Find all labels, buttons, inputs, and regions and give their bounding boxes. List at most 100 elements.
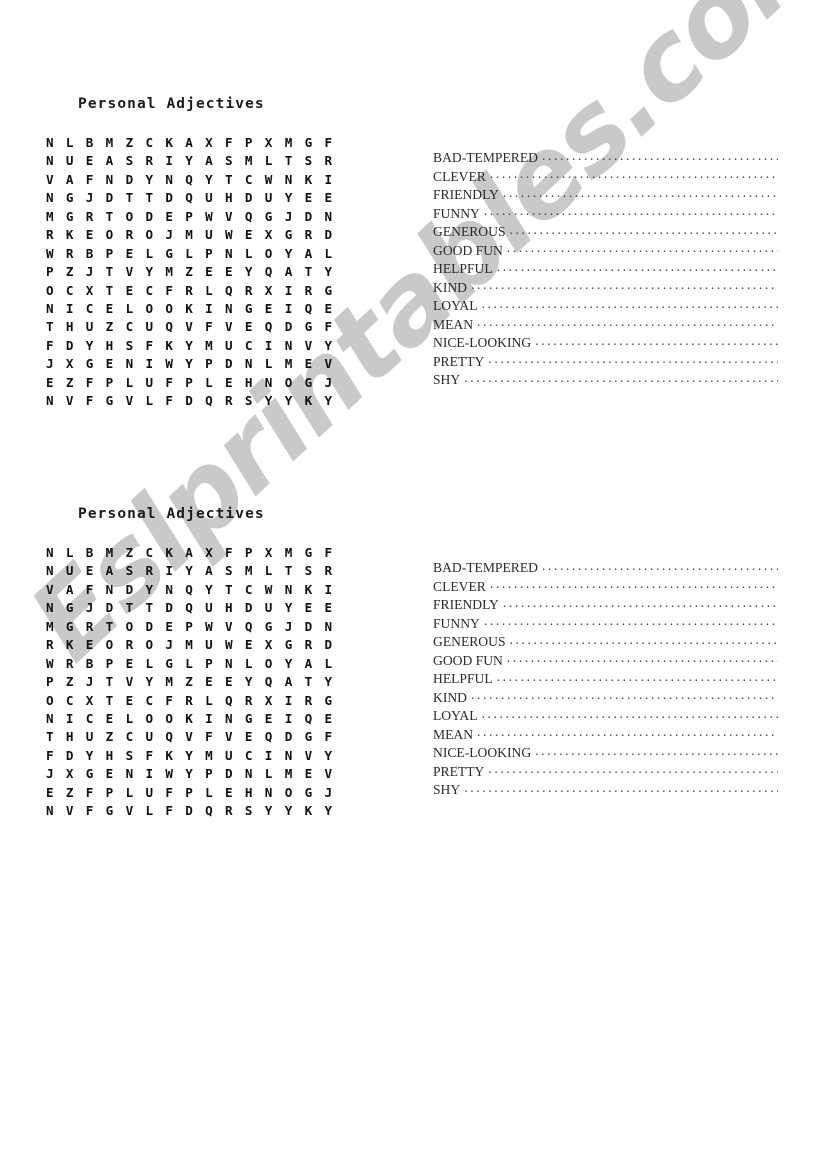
grid-letter: L <box>145 245 154 261</box>
grid-letter: R <box>65 655 74 671</box>
grid-letter: L <box>205 374 213 390</box>
grid-letter: Y <box>284 245 293 261</box>
grid-letter: V <box>185 319 193 335</box>
grid-letter: W <box>165 356 173 372</box>
word-list-item: HELPFUL <box>433 260 778 279</box>
grid-letter: W <box>205 208 213 224</box>
grid-letter: E <box>105 356 114 372</box>
grid-letter: Q <box>185 190 193 206</box>
grid-letter: L <box>145 655 154 671</box>
grid-letter: T <box>145 190 154 206</box>
grid-letter: G <box>304 784 313 800</box>
grid-letter: F <box>165 282 173 298</box>
dotted-leader <box>464 781 778 794</box>
grid-letter: J <box>165 637 173 653</box>
grid-letter: O <box>264 245 273 261</box>
grid-letter: F <box>46 337 54 353</box>
word-list-item: GOOD FUN <box>433 652 778 671</box>
word-list-item: MEAN <box>433 726 778 745</box>
grid-letter: O <box>165 710 173 726</box>
grid-letter: H <box>105 747 114 763</box>
word-list-item: MEAN <box>433 316 778 335</box>
grid-letter: D <box>65 337 74 353</box>
dotted-leader <box>542 149 778 162</box>
grid-letter: N <box>46 393 54 409</box>
grid-letter: M <box>284 135 293 150</box>
grid-letter: O <box>105 227 114 243</box>
grid-letter: F <box>205 729 213 745</box>
grid-letter: X <box>264 545 273 560</box>
grid-row: EZFPLUFPLEHNOGJ <box>46 784 344 802</box>
grid-letter: N <box>264 374 273 390</box>
grid-letter: I <box>284 282 293 298</box>
grid-row: NLBMZCKAXFPXMGF <box>46 134 344 152</box>
word-label: KIND <box>433 279 467 295</box>
grid-letter: Y <box>284 600 293 616</box>
grid-letter: R <box>304 692 313 708</box>
grid-letter: O <box>145 227 154 243</box>
grid-letter: G <box>304 374 313 390</box>
grid-letter: X <box>205 545 213 560</box>
grid-letter: Z <box>185 674 193 690</box>
grid-letter: H <box>244 784 253 800</box>
grid-letter: G <box>264 618 273 634</box>
grid-letter: X <box>264 227 273 243</box>
grid-letter: L <box>125 784 134 800</box>
grid-letter: M <box>46 618 54 634</box>
grid-letter: A <box>205 153 213 169</box>
grid-letter: N <box>284 747 293 763</box>
grid-letter: U <box>264 190 273 206</box>
grid-letter: F <box>165 393 173 409</box>
grid-letter: S <box>125 747 134 763</box>
grid-letter: R <box>145 153 154 169</box>
grid-letter: Y <box>324 264 333 280</box>
grid-letter: E <box>244 319 253 335</box>
grid-letter: U <box>205 637 213 653</box>
grid-letter: V <box>225 208 233 224</box>
grid-letter: S <box>125 337 134 353</box>
dotted-leader <box>503 186 778 199</box>
grid-letter: N <box>46 545 54 560</box>
grid-letter: O <box>284 374 293 390</box>
word-label: SHY <box>433 782 461 797</box>
grid-letter: M <box>244 153 253 169</box>
grid-letter: A <box>304 245 313 261</box>
word-list-item: LOYAL <box>433 297 778 316</box>
grid-letter: Q <box>264 264 273 280</box>
grid-letter: P <box>185 374 193 390</box>
grid-letter: W <box>205 618 213 634</box>
grid-row: PZJTVYMZEEYQATY <box>46 673 344 691</box>
dotted-leader <box>482 297 778 310</box>
grid-letter: Y <box>324 337 333 353</box>
grid-letter: C <box>125 319 134 335</box>
grid-letter: U <box>205 600 213 616</box>
grid-letter: S <box>304 153 313 169</box>
grid-letter: E <box>85 637 94 653</box>
grid-letter: T <box>105 674 114 690</box>
word-label: HELPFUL <box>433 671 493 686</box>
grid-letter: X <box>65 766 74 782</box>
word-list: BAD-TEMPERED CLEVER FRIENDLY FUNNY GENEROUS G… <box>433 559 778 800</box>
grid-letter: F <box>225 135 233 150</box>
grid-letter: Y <box>185 563 193 579</box>
grid-letter: T <box>125 190 134 206</box>
grid-letter: P <box>244 135 253 150</box>
grid-letter: V <box>225 618 233 634</box>
grid-letter: O <box>165 300 173 316</box>
grid-letter: V <box>125 264 134 280</box>
grid-letter: E <box>304 766 313 782</box>
grid-letter: R <box>65 245 74 261</box>
grid-letter: W <box>225 227 233 243</box>
grid-letter: I <box>324 581 333 597</box>
grid-letter: P <box>205 356 213 372</box>
grid-letter: R <box>85 618 94 634</box>
grid-letter: V <box>225 729 233 745</box>
grid-letter: Z <box>65 264 74 280</box>
grid-letter: G <box>165 245 173 261</box>
grid-letter: C <box>65 282 74 298</box>
grid-letter: O <box>125 618 134 634</box>
grid-letter: T <box>225 171 233 187</box>
grid-letter: O <box>145 710 154 726</box>
grid-letter: N <box>165 171 173 187</box>
grid-letter: U <box>145 374 154 390</box>
